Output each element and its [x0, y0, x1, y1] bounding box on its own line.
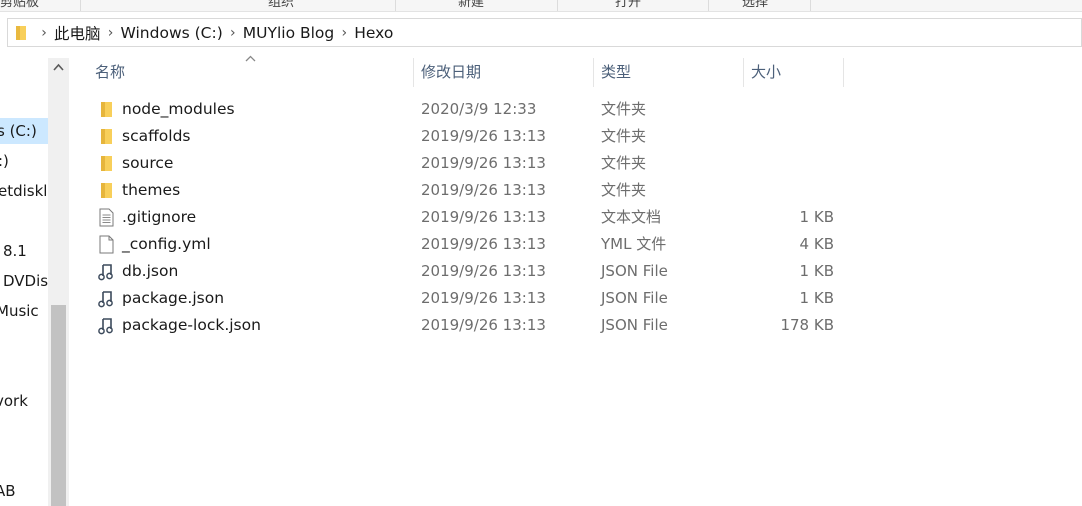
file-date: 2020/3/9 12:33 — [421, 100, 537, 118]
file-name[interactable]: db.json — [122, 258, 178, 285]
column-divider[interactable] — [413, 58, 414, 87]
file-type: JSON File — [601, 262, 668, 280]
breadcrumb-hexo[interactable]: Hexo — [354, 24, 393, 42]
ribbon-group-organize[interactable]: 组织 — [268, 0, 294, 10]
column-header-size[interactable]: 大小 — [751, 58, 843, 87]
file-type: 文件夹 — [601, 100, 647, 118]
folder-icon — [97, 127, 115, 146]
ribbon-divider — [80, 0, 81, 11]
ribbon: 剪贴板 组织 新建 打开 选择 — [0, 0, 1082, 12]
file-name[interactable]: themes — [122, 177, 180, 204]
column-divider[interactable] — [743, 58, 744, 87]
address-bar[interactable]: › 此电脑 › Windows (C:) › MUYlio Blog › Hex… — [7, 18, 1082, 47]
json-file-icon — [97, 316, 115, 335]
folder-icon — [97, 100, 115, 119]
file-row[interactable]: node_modules 2020/3/9 12:33 文件夹 — [91, 96, 851, 123]
file-row[interactable]: package.json 2019/9/26 13:13 JSON File 1 KB — [91, 285, 851, 312]
file-name[interactable]: scaffolds — [122, 123, 190, 150]
file-size: 1 KB — [799, 289, 834, 307]
file-row[interactable]: source 2019/9/26 13:13 文件夹 — [91, 150, 851, 177]
ribbon-divider — [810, 0, 811, 11]
file-date: 2019/9/26 13:13 — [421, 289, 546, 307]
nav-item-dvddisc[interactable]: DVDisc — [0, 268, 48, 294]
file-date: 2019/9/26 13:13 — [421, 262, 546, 280]
nav-scrollbar[interactable] — [48, 58, 69, 506]
column-header-name[interactable]: 名称 — [95, 58, 413, 87]
ribbon-group-open[interactable]: 打开 — [615, 0, 641, 10]
file-row[interactable]: themes 2019/9/26 13:13 文件夹 — [91, 177, 851, 204]
folder-icon — [8, 19, 34, 46]
nav-item-netdisk[interactable]: etdiskl — [0, 178, 48, 204]
file-date: 2019/9/26 13:13 — [421, 181, 546, 199]
folder-icon — [97, 181, 115, 200]
chevron-right-icon[interactable]: › — [101, 25, 121, 41]
ribbon-divider — [708, 0, 709, 11]
breadcrumb-muylio-blog[interactable]: MUYlio Blog — [243, 24, 334, 42]
navigation-pane: s (C:) :) etdiskl 8.1 DVDisc Music vork … — [0, 58, 69, 506]
file-name[interactable]: .gitignore — [122, 204, 196, 231]
nav-item-music[interactable]: Music — [0, 298, 48, 324]
chevron-right-icon[interactable]: › — [223, 25, 243, 41]
ribbon-group-select[interactable]: 选择 — [742, 0, 768, 10]
file-row[interactable]: db.json 2019/9/26 13:13 JSON File 1 KB — [91, 258, 851, 285]
scroll-up-icon[interactable] — [53, 61, 64, 71]
breadcrumb-windows-c[interactable]: Windows (C:) — [121, 24, 223, 42]
nav-item-network[interactable]: vork — [0, 388, 48, 414]
file-type: JSON File — [601, 316, 668, 334]
nav-item-8-1[interactable]: 8.1 — [0, 238, 48, 264]
file-type: 文件夹 — [601, 181, 647, 199]
json-file-icon — [97, 289, 115, 308]
file-type: YML 文件 — [601, 235, 667, 253]
ribbon-divider — [557, 0, 558, 11]
ribbon-divider — [395, 0, 396, 11]
scrollbar-thumb[interactable] — [51, 305, 66, 506]
file-type: JSON File — [601, 289, 668, 307]
ribbon-group-clipboard[interactable]: 剪贴板 — [0, 0, 39, 10]
file-size: 1 KB — [799, 262, 834, 280]
folder-icon — [97, 154, 115, 173]
file-row[interactable]: .gitignore 2019/9/26 13:13 文本文档 1 KB — [91, 204, 851, 231]
file-date: 2019/9/26 13:13 — [421, 154, 546, 172]
file-name[interactable]: source — [122, 150, 173, 177]
file-row[interactable]: package-lock.json 2019/9/26 13:13 JSON Fil… — [91, 312, 851, 339]
file-date: 2019/9/26 13:13 — [421, 316, 546, 334]
nav-item-ab[interactable]: AB — [0, 478, 48, 504]
nav-item-blank[interactable] — [0, 208, 48, 234]
file-name[interactable]: package.json — [122, 285, 224, 312]
column-header-date[interactable]: 修改日期 — [421, 58, 593, 87]
json-file-icon — [97, 262, 115, 281]
blank-file-icon — [97, 235, 115, 254]
file-size: 1 KB — [799, 208, 834, 226]
chevron-right-icon[interactable]: › — [334, 25, 354, 41]
file-type: 文件夹 — [601, 154, 647, 172]
file-row[interactable]: _config.yml 2019/9/26 13:13 YML 文件 4 KB — [91, 231, 851, 258]
text-document-icon — [97, 208, 115, 227]
breadcrumb-this-pc[interactable]: 此电脑 — [54, 22, 101, 44]
file-name[interactable]: node_modules — [122, 96, 235, 123]
chevron-right-icon[interactable]: › — [34, 25, 54, 41]
file-type: 文件夹 — [601, 127, 647, 145]
file-date: 2019/9/26 13:13 — [421, 235, 546, 253]
file-size: 178 KB — [780, 316, 834, 334]
ribbon-group-new[interactable]: 新建 — [458, 0, 484, 10]
column-divider[interactable] — [593, 58, 594, 87]
file-date: 2019/9/26 13:13 — [421, 208, 546, 226]
file-name[interactable]: package-lock.json — [122, 312, 261, 339]
nav-item-windows-c[interactable]: s (C:) — [0, 118, 48, 144]
column-header-type[interactable]: 类型 — [601, 58, 743, 87]
file-name[interactable]: _config.yml — [122, 231, 211, 258]
file-date: 2019/9/26 13:13 — [421, 127, 546, 145]
file-type: 文本文档 — [601, 208, 662, 226]
file-row[interactable]: scaffolds 2019/9/26 13:13 文件夹 — [91, 123, 851, 150]
file-size: 4 KB — [799, 235, 834, 253]
column-divider[interactable] — [843, 58, 844, 87]
nav-item-drive[interactable]: :) — [0, 148, 48, 174]
